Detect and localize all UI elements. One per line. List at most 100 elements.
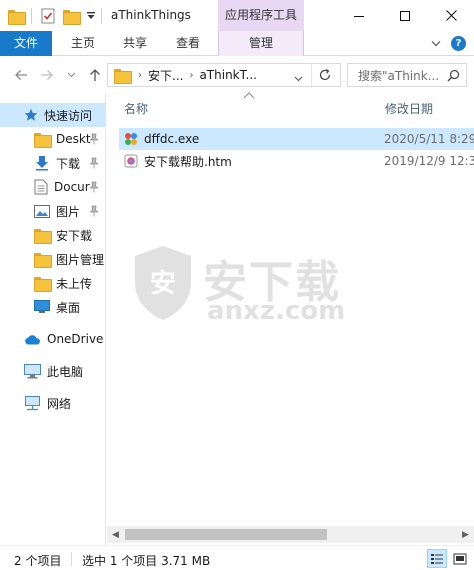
shield-icon: 安 [135, 246, 191, 320]
expand-ribbon-icon[interactable] [431, 40, 441, 48]
arrow-left-icon [15, 70, 27, 80]
sidebar-item-folder[interactable]: 安下载 [0, 223, 105, 247]
title-separator [31, 8, 32, 24]
file-name: 安下载帮助.htm [144, 154, 232, 169]
folder-icon [34, 132, 52, 148]
up-button[interactable] [86, 66, 104, 84]
watermark-badge: 安 [150, 269, 176, 299]
scroll-right-arrow-icon[interactable]: ▶ [457, 526, 474, 543]
qat-customize-icon[interactable] [86, 6, 96, 26]
folder-icon [114, 68, 132, 84]
status-bar: 2 个项目 选中 1 个项目 3.71 MB [0, 545, 474, 570]
title-separator [101, 8, 102, 24]
sidebar-item-label: 快速访问 [44, 108, 93, 123]
sidebar-item-label: 下载 [56, 156, 81, 171]
chevron-right-icon: › [138, 69, 142, 81]
close-icon [445, 10, 457, 21]
context-tab-app-tools: 应用程序工具 [218, 0, 304, 31]
sidebar-item-downloads[interactable]: 下载 [0, 151, 105, 175]
horizontal-scrollbar[interactable]: ◀ ▶ [107, 526, 474, 543]
tab-manage[interactable]: 管理 [218, 31, 304, 56]
properties-icon[interactable] [40, 6, 56, 26]
sidebar-item-desktop-folder[interactable]: 桌面 [0, 295, 105, 319]
address-history-button[interactable] [294, 71, 303, 85]
arrow-up-icon [90, 69, 100, 81]
sidebar-item-quick-access[interactable]: 快速访问 [0, 103, 105, 127]
sidebar-item-label: 网络 [47, 396, 72, 411]
column-header-name[interactable]: 名称 [124, 100, 148, 117]
minimize-icon [354, 15, 364, 17]
recent-locations-button[interactable] [62, 66, 80, 84]
tab-home[interactable]: 主页 [62, 31, 104, 56]
pictures-icon [34, 204, 50, 218]
window-title: aThinkThings [111, 8, 191, 22]
chevron-down-icon [294, 76, 303, 82]
back-button[interactable] [12, 66, 30, 84]
breadcrumb-item[interactable]: 安下... [148, 67, 183, 84]
search-input[interactable]: 搜索"aThink... [347, 63, 467, 87]
sidebar-item-label: Docur [54, 180, 90, 194]
htm-file-icon [124, 154, 138, 168]
watermark-subtext: anxz.com [207, 296, 346, 326]
maximize-button[interactable] [382, 0, 428, 31]
scroll-left-arrow-icon[interactable]: ◀ [107, 526, 124, 543]
file-date: 2020/5/11 8:29 [384, 132, 474, 146]
close-button[interactable] [428, 0, 474, 31]
forward-button[interactable] [38, 66, 56, 84]
search-icon [447, 69, 460, 81]
tab-view[interactable]: 查看 [166, 31, 210, 56]
scrollbar-thumb[interactable] [125, 529, 327, 540]
address-divider [311, 64, 312, 86]
address-bar[interactable]: › 安下... › aThinkT... [107, 63, 341, 87]
file-date: 2019/12/9 12:3 [384, 154, 474, 168]
sidebar-item-folder[interactable]: 未上传 [0, 271, 105, 295]
file-row[interactable]: dffdc.exe 2020/5/11 8:29 [119, 128, 474, 150]
status-item-count: 2 个项目 [14, 554, 62, 568]
new-folder-icon[interactable] [63, 6, 81, 26]
minimize-button[interactable] [336, 0, 382, 31]
status-selection: 选中 1 个项目 3.71 MB [82, 554, 211, 568]
sidebar-item-folder[interactable]: 图片管理 [0, 247, 105, 271]
folder-icon [34, 276, 52, 292]
sidebar-item-label: OneDrive [47, 332, 104, 346]
search-placeholder: 搜索"aThink... [358, 68, 440, 83]
refresh-icon [319, 68, 331, 81]
tab-share[interactable]: 共享 [114, 31, 156, 56]
large-icons-view-icon [453, 553, 467, 564]
file-name: dffdc.exe [144, 132, 200, 146]
star-icon [24, 108, 38, 121]
sidebar-item-onedrive[interactable]: OneDrive [0, 327, 105, 351]
refresh-button[interactable] [318, 68, 332, 85]
large-icons-view-button[interactable] [450, 549, 470, 568]
sidebar-item-desktop[interactable]: Deskt [0, 127, 105, 151]
tab-file[interactable]: 文件 [0, 31, 52, 56]
help-icon[interactable]: ? [451, 36, 466, 51]
cloud-icon [25, 334, 40, 344]
status-separator [71, 552, 72, 566]
details-view-button[interactable] [427, 549, 447, 568]
sidebar-item-pictures[interactable]: 图片 [0, 199, 105, 223]
sidebar-item-label: 图片 [56, 204, 81, 219]
file-row[interactable]: 安下载帮助.htm 2019/12/9 12:3 [119, 150, 474, 172]
sidebar-item-network[interactable]: 网络 [0, 391, 105, 415]
chevron-right-icon: › [189, 69, 194, 81]
desktop-icon [34, 300, 50, 313]
title-bar: aThinkThings 应用程序工具 [0, 0, 474, 31]
app-exe-icon [125, 133, 137, 145]
network-icon [25, 395, 40, 410]
sidebar-item-documents[interactable]: Docur [0, 175, 105, 199]
sidebar-item-label: 未上传 [56, 276, 93, 291]
download-icon [36, 156, 48, 171]
maximize-icon [400, 10, 410, 21]
navigation-bar: › 安下... › aThinkT... 搜索"aThink... [0, 57, 474, 93]
column-header-date-modified[interactable]: 修改日期 [385, 100, 433, 117]
sidebar-scrollbar[interactable] [97, 93, 105, 545]
sort-ascending-icon [243, 92, 255, 99]
folder-icon [34, 228, 52, 244]
ribbon-controls: ? [431, 36, 466, 51]
sidebar-item-this-pc[interactable]: 此电脑 [0, 359, 105, 383]
breadcrumb-item[interactable]: aThinkT... [199, 68, 257, 82]
sidebar-item-label: 安下载 [56, 228, 93, 243]
folder-icon [34, 252, 52, 268]
sidebar-item-label: 此电脑 [47, 364, 84, 379]
